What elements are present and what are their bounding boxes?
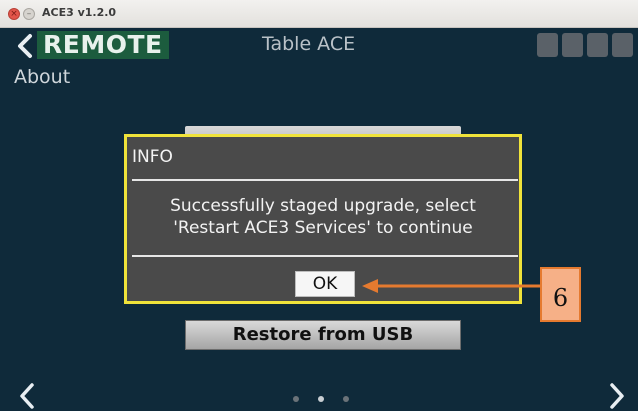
- back-chevron-icon[interactable]: [12, 32, 40, 60]
- window-titlebar: × – ACE3 v1.2.0: [0, 0, 638, 28]
- dialog-message: Successfully staged upgrade, select 'Res…: [127, 195, 519, 239]
- status-tile: [537, 33, 558, 57]
- window-close-button[interactable]: ×: [8, 8, 20, 20]
- callout-number-badge: 6: [540, 267, 581, 322]
- remote-mode-label[interactable]: REMOTE: [37, 31, 169, 59]
- dialog-message-line: 'Restart ACE3 Services' to continue: [173, 218, 473, 238]
- window-title: ACE3 v1.2.0: [42, 6, 117, 19]
- callout-arrow-icon: [362, 279, 540, 293]
- dialog-title: INFO: [132, 147, 173, 167]
- window-minimize-button[interactable]: –: [23, 8, 35, 20]
- page-dot-active: [318, 396, 324, 402]
- dialog-divider: [132, 255, 518, 257]
- page-dot: [343, 396, 349, 402]
- status-tile: [562, 33, 583, 57]
- section-title: About: [14, 66, 71, 88]
- restore-from-usb-button[interactable]: Restore from USB: [185, 320, 461, 350]
- page-dot: [293, 396, 299, 402]
- status-tile: [587, 33, 608, 57]
- next-page-icon[interactable]: [606, 381, 628, 411]
- dialog-message-line: Successfully staged upgrade, select: [170, 196, 476, 216]
- dialog-divider: [132, 179, 518, 181]
- screen-title: Table ACE: [262, 33, 356, 55]
- status-tile: [612, 33, 633, 57]
- previous-page-icon[interactable]: [16, 381, 38, 411]
- ok-button[interactable]: OK: [295, 271, 355, 297]
